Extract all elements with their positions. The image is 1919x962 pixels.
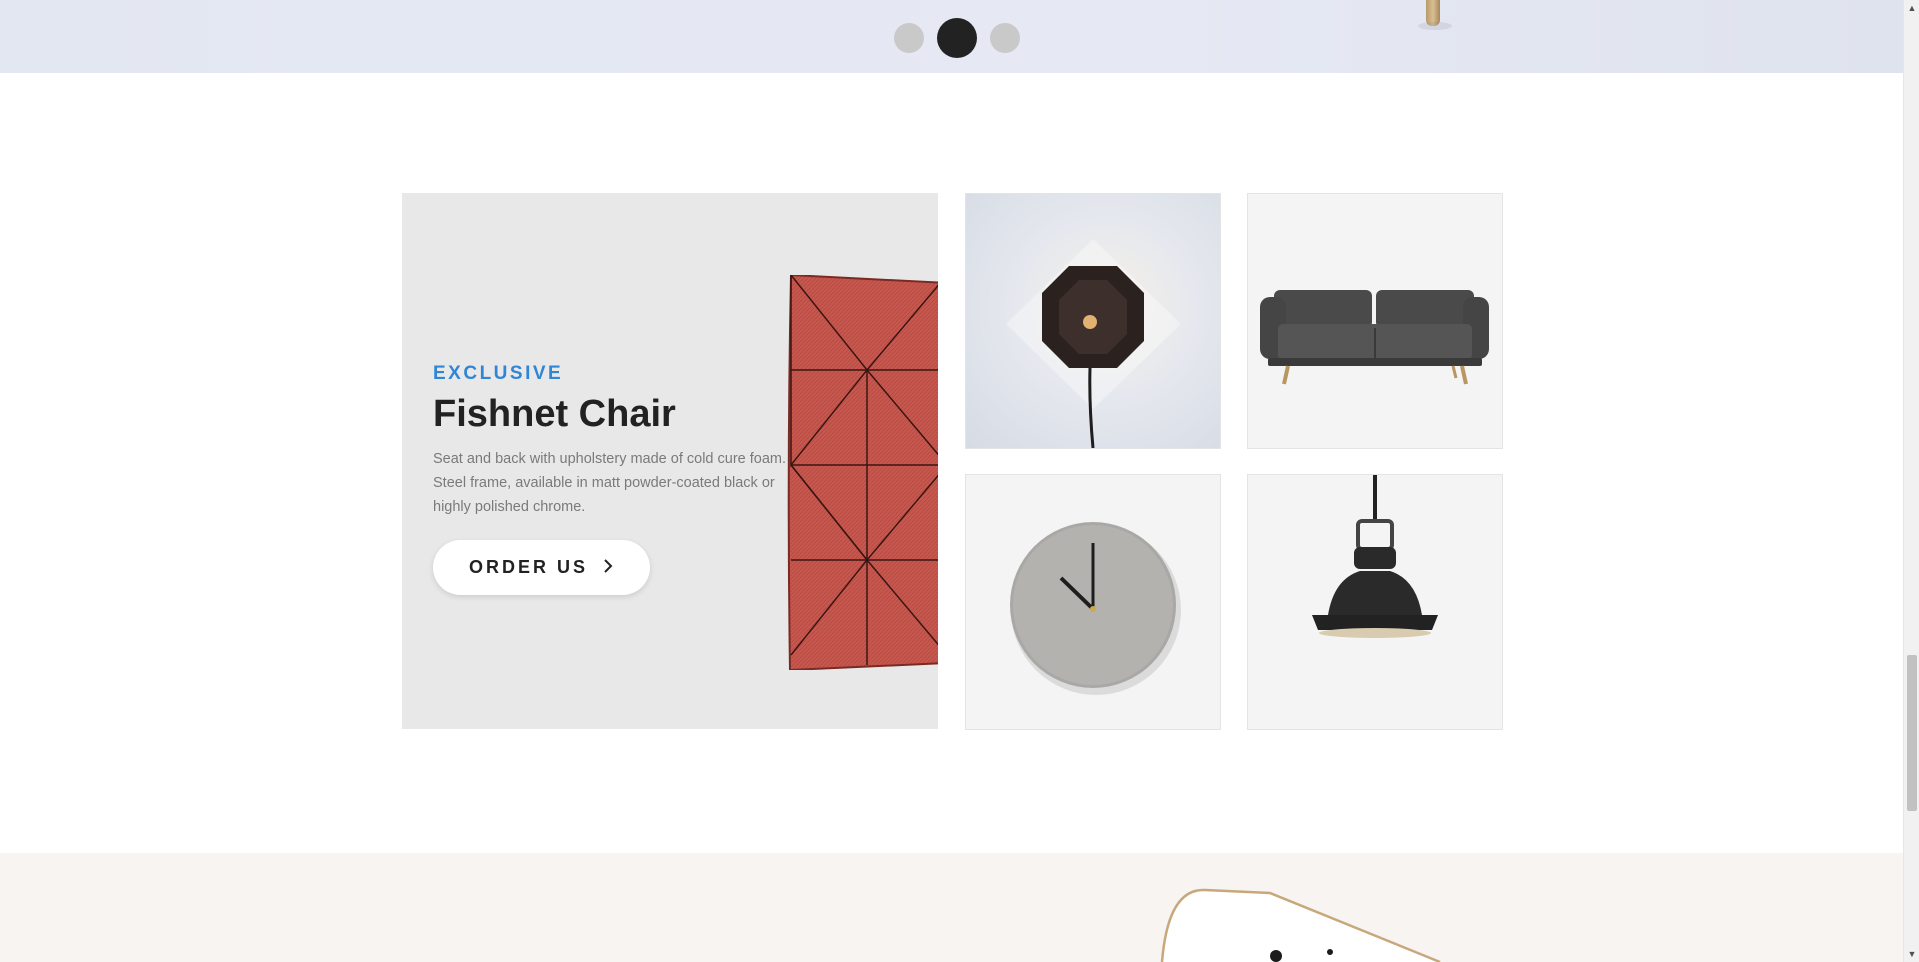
slider-dot-1[interactable] bbox=[894, 23, 924, 53]
banner-title: Fishnet Chair bbox=[433, 393, 676, 435]
banner-description: Seat and back with upholstery made of co… bbox=[433, 451, 787, 515]
product-tile-sofa[interactable] bbox=[1247, 193, 1503, 449]
scroll-thumb[interactable] bbox=[1907, 655, 1917, 811]
pendant-lamp-image bbox=[1312, 475, 1438, 638]
wall-lamp-image bbox=[1006, 239, 1181, 448]
next-section bbox=[0, 853, 1903, 962]
pillow-image bbox=[787, 275, 938, 670]
order-us-label: ORDER US bbox=[468, 557, 588, 577]
page-scrollbar[interactable]: ▲ ▼ bbox=[1903, 0, 1919, 962]
product-tile-pendant-lamp[interactable] bbox=[1247, 474, 1503, 730]
slider-dot-3[interactable] bbox=[990, 23, 1020, 53]
clock-image bbox=[1010, 522, 1181, 695]
leg-shadow bbox=[1418, 22, 1452, 30]
slider-pagination bbox=[894, 18, 1033, 58]
scroll-down-icon[interactable]: ▼ bbox=[1904, 946, 1919, 962]
promo-banner: EXCLUSIVE Fishnet Chair Seat and back wi… bbox=[402, 193, 938, 729]
phone-image bbox=[1160, 888, 1441, 962]
scroll-up-icon[interactable]: ▲ bbox=[1904, 0, 1919, 16]
hero-slider bbox=[0, 0, 1903, 73]
slider-dot-2[interactable] bbox=[937, 18, 977, 58]
order-us-button[interactable]: ORDER US bbox=[433, 540, 650, 595]
product-tile-wall-lamp[interactable] bbox=[965, 193, 1221, 449]
banner-label: EXCLUSIVE bbox=[433, 363, 564, 384]
sofa-image bbox=[1260, 290, 1489, 385]
chevron-right-icon bbox=[602, 557, 614, 578]
product-tile-wall-clock[interactable] bbox=[965, 474, 1221, 730]
